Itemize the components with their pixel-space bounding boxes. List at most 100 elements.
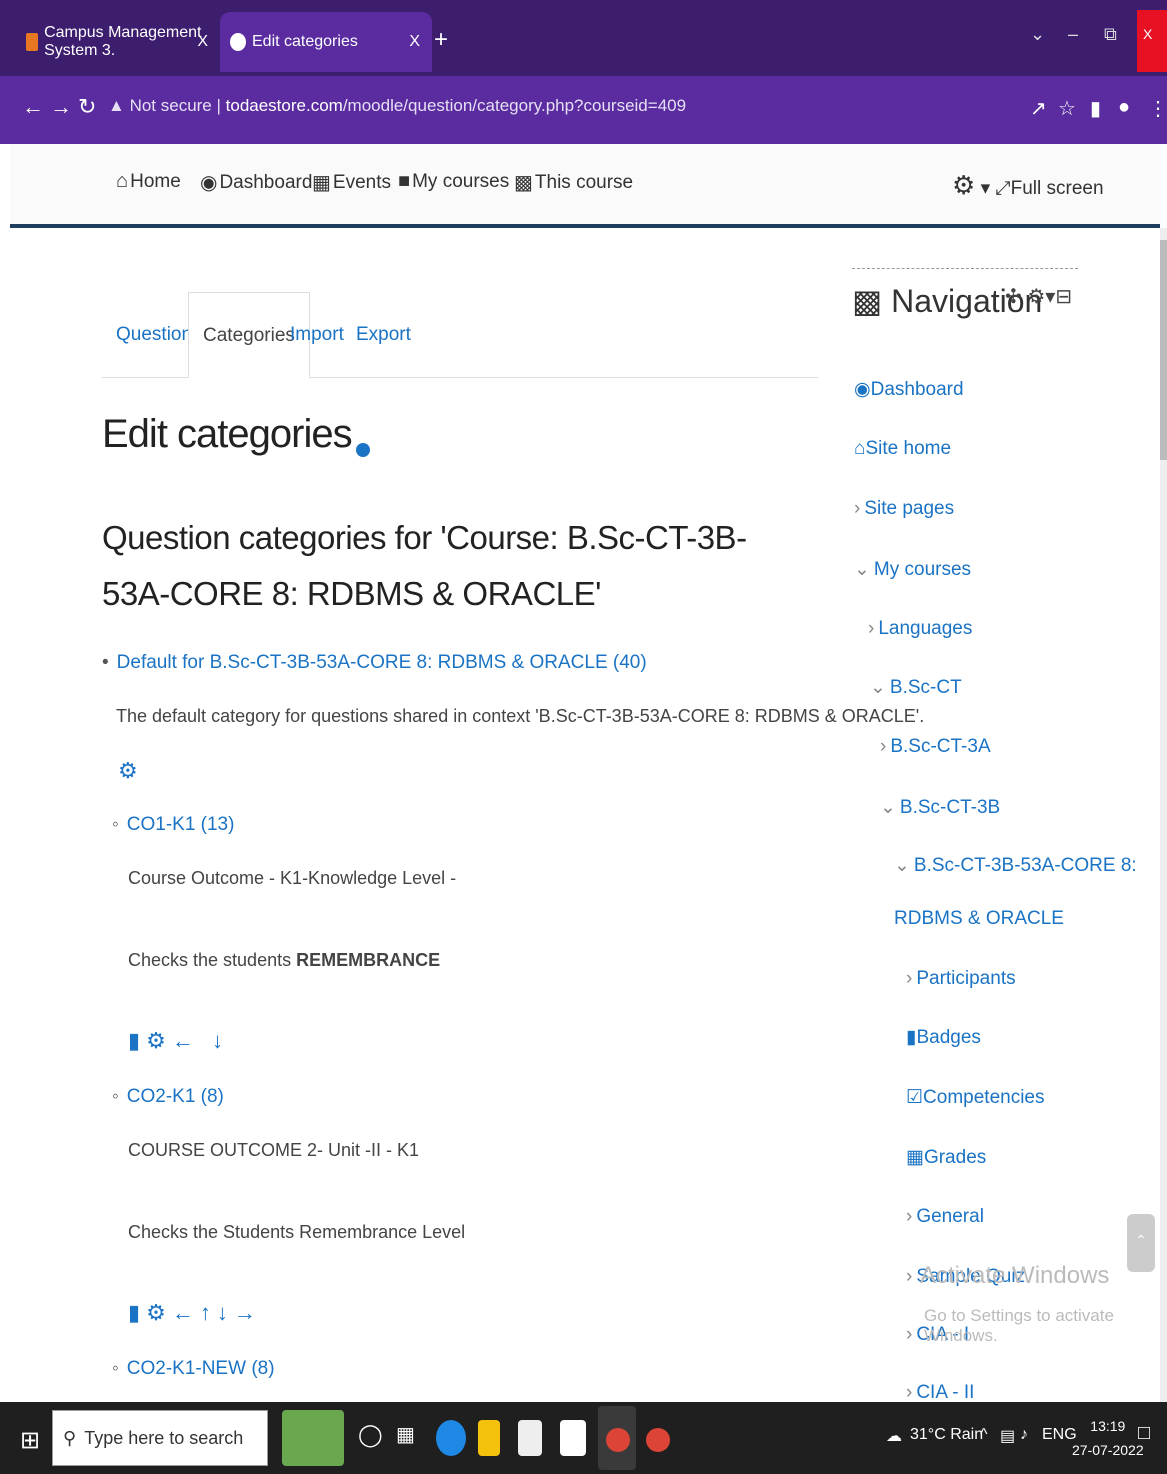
star-icon[interactable]: ☆ (1058, 96, 1076, 121)
nav-item-bsc-ct-3a[interactable]: › B.Sc-CT-3A (880, 736, 991, 758)
delete-icon[interactable]: ▮ (128, 1028, 146, 1053)
arrow-up-icon[interactable]: ↑ (200, 1300, 217, 1325)
nav-item-grades[interactable]: ▦Grades (906, 1146, 986, 1169)
new-tab-button[interactable]: + (434, 26, 448, 54)
nav-item-my-courses[interactable]: ⌄ My courses (854, 558, 971, 581)
edge-browser-icon[interactable] (436, 1420, 466, 1456)
nav-item-general[interactable]: › General (906, 1206, 984, 1228)
scrollbar-thumb[interactable] (1160, 240, 1167, 460)
nav-item-site-pages[interactable]: › Site pages (854, 498, 954, 520)
expand-icon: ⤢ (995, 178, 1011, 199)
gear-icon[interactable]: ⚙ (146, 1300, 172, 1325)
nav-item-cia-2[interactable]: › CIA - II (906, 1382, 974, 1404)
fullscreen-button[interactable]: ⚙ ▾ ⤢Full screen (952, 170, 1104, 201)
gear-icon[interactable]: ⚙ (1027, 286, 1045, 308)
activate-windows-title: Activate Windows (920, 1262, 1110, 1289)
chevron-right-icon: › (906, 1206, 913, 1227)
nav-events[interactable]: ▦ Events (312, 170, 391, 195)
nav-item-current-course-line2[interactable]: RDBMS & ORACLE (894, 908, 1064, 930)
restore-icon[interactable]: ⧉ (1104, 24, 1117, 45)
chevron-right-icon: › (868, 618, 875, 639)
nav-this-course[interactable]: ▩ This course (514, 170, 633, 195)
dashboard-icon: ◉ (854, 379, 871, 400)
gear-icon[interactable]: ⚙ (146, 1028, 172, 1053)
menu-dots-icon[interactable]: ⋮ (1148, 96, 1167, 121)
share-icon[interactable]: ↗ (1030, 96, 1047, 121)
notification-icon[interactable]: □ (1138, 1422, 1150, 1445)
category-co2: ◦ CO2-K1 (8) (112, 1086, 224, 1108)
warning-icon: ▲ (108, 96, 125, 115)
checkbox-icon: ☑ (906, 1087, 924, 1108)
question-bank-tabs: Questions Categories Import Export (102, 292, 818, 378)
url-field[interactable]: ▲ Not secure | todaestore.com/moodle/que… (108, 96, 686, 116)
chevron-up-icon[interactable]: ^ (980, 1426, 988, 1444)
scroll-to-top-button[interactable]: ⌃ (1127, 1214, 1155, 1272)
chrome-profile-icon[interactable] (646, 1428, 670, 1452)
clock[interactable]: 13:19 27-07-2022 (1072, 1414, 1144, 1462)
window-close-button[interactable]: X (1137, 10, 1167, 72)
tab-close-icon[interactable]: X (197, 33, 208, 51)
arrow-left-icon[interactable]: ← (172, 1300, 200, 1325)
nav-item-current-course[interactable]: ⌄ B.Sc-CT-3B-53A-CORE 8: (894, 854, 1137, 877)
weather-text[interactable]: 31°C Rain (910, 1426, 983, 1444)
arrow-down-icon[interactable]: ↓ (217, 1300, 234, 1325)
browser-tab-campus[interactable]: Campus Management System 3. X (14, 12, 220, 72)
nav-dashboard[interactable]: ◉ Dashboard (200, 170, 312, 195)
category-description: Checks the Students Remembrance Level (128, 1222, 466, 1242)
arrow-right-icon[interactable]: → (234, 1300, 262, 1325)
chevron-down-icon: ⌄ (894, 855, 910, 876)
nav-item-site-home[interactable]: ⌂Site home (854, 438, 951, 460)
url-path: /moodle/question/category.php?courseid=4… (342, 96, 687, 115)
nav-item-languages[interactable]: › Languages (868, 618, 972, 640)
profile-icon[interactable]: ● (1118, 96, 1130, 119)
mail-icon[interactable] (560, 1420, 586, 1456)
moodle-favicon-icon (26, 33, 39, 51)
edit-gear-icon[interactable]: ⚙ (118, 758, 144, 784)
taskbar-search-input[interactable]: ⚲ Type here to search (52, 1410, 268, 1466)
gear-icon[interactable]: ⚙ (952, 170, 975, 200)
category-link[interactable]: CO1-K1 (13) (127, 814, 235, 835)
minimize-icon[interactable]: – (1068, 24, 1078, 45)
category-link[interactable]: CO2-K1 (8) (127, 1086, 224, 1107)
category-description: Checks the students REMEMBRANCE (128, 950, 441, 970)
nav-item-bsc-ct[interactable]: ⌄ B.Sc-CT (870, 676, 962, 699)
windows-taskbar: ⊞ ⚲ Type here to search ◯ ▦ ☁ 31°C Rain … (0, 1402, 1167, 1474)
collapse-icon[interactable]: ⊟ (1055, 286, 1072, 308)
sidebar-icon[interactable]: ▮ (1090, 96, 1101, 121)
reload-icon[interactable]: ↻ (78, 94, 96, 120)
forward-arrow-icon[interactable]: → (50, 94, 72, 120)
weather-widget-icon[interactable] (282, 1410, 344, 1466)
store-icon[interactable] (518, 1420, 542, 1456)
nav-item-dashboard[interactable]: ◉Dashboard (854, 378, 964, 401)
browser-tab-bar: Campus Management System 3. X Edit categ… (0, 0, 1167, 76)
tab-close-icon[interactable]: X (409, 33, 420, 51)
network-icon[interactable]: ▤ (1000, 1426, 1015, 1446)
tab-export[interactable]: Export (356, 324, 411, 346)
category-link[interactable]: Default for B.Sc-CT-3B-53A-CORE 8: RDBMS… (117, 652, 647, 673)
page-title: Edit categories (102, 412, 370, 457)
nav-item-participants[interactable]: › Participants (906, 968, 1016, 990)
tab-import[interactable]: Import (290, 324, 344, 346)
delete-icon[interactable]: ▮ (128, 1300, 146, 1325)
back-arrow-icon[interactable]: ← (22, 94, 44, 120)
file-explorer-icon[interactable] (478, 1420, 500, 1456)
chevron-down-icon[interactable]: ⌄ (1030, 24, 1045, 45)
move-icon[interactable]: ✣ (1005, 286, 1022, 308)
nav-item-bsc-ct-3b[interactable]: ⌄ B.Sc-CT-3B (880, 796, 1000, 819)
category-link[interactable]: CO2-K1-NEW (8) (127, 1358, 275, 1379)
arrow-down-icon[interactable]: ↓ (212, 1028, 229, 1053)
nav-home[interactable]: ⌂ Home (116, 170, 181, 193)
nav-item-badges[interactable]: ▮Badges (906, 1026, 981, 1049)
windows-start-icon[interactable]: ⊞ (20, 1426, 40, 1455)
volume-icon[interactable]: ♪ (1020, 1426, 1028, 1444)
arrow-left-icon[interactable]: ← (172, 1028, 200, 1053)
nav-item-competencies[interactable]: ☑Competencies (906, 1086, 1045, 1109)
address-bar: ← → ↻ ▲ Not secure | todaestore.com/mood… (0, 76, 1167, 144)
task-view-icon[interactable]: ◯ (358, 1422, 383, 1448)
widgets-icon[interactable]: ▦ (396, 1422, 415, 1447)
help-icon[interactable] (355, 443, 370, 457)
nav-my-courses[interactable]: ■ My courses (398, 170, 509, 193)
category-actions: ▮⚙←↑↓→ (128, 1300, 262, 1326)
chrome-icon (606, 1428, 630, 1452)
browser-tab-edit-categories[interactable]: Edit categories X (220, 12, 432, 72)
